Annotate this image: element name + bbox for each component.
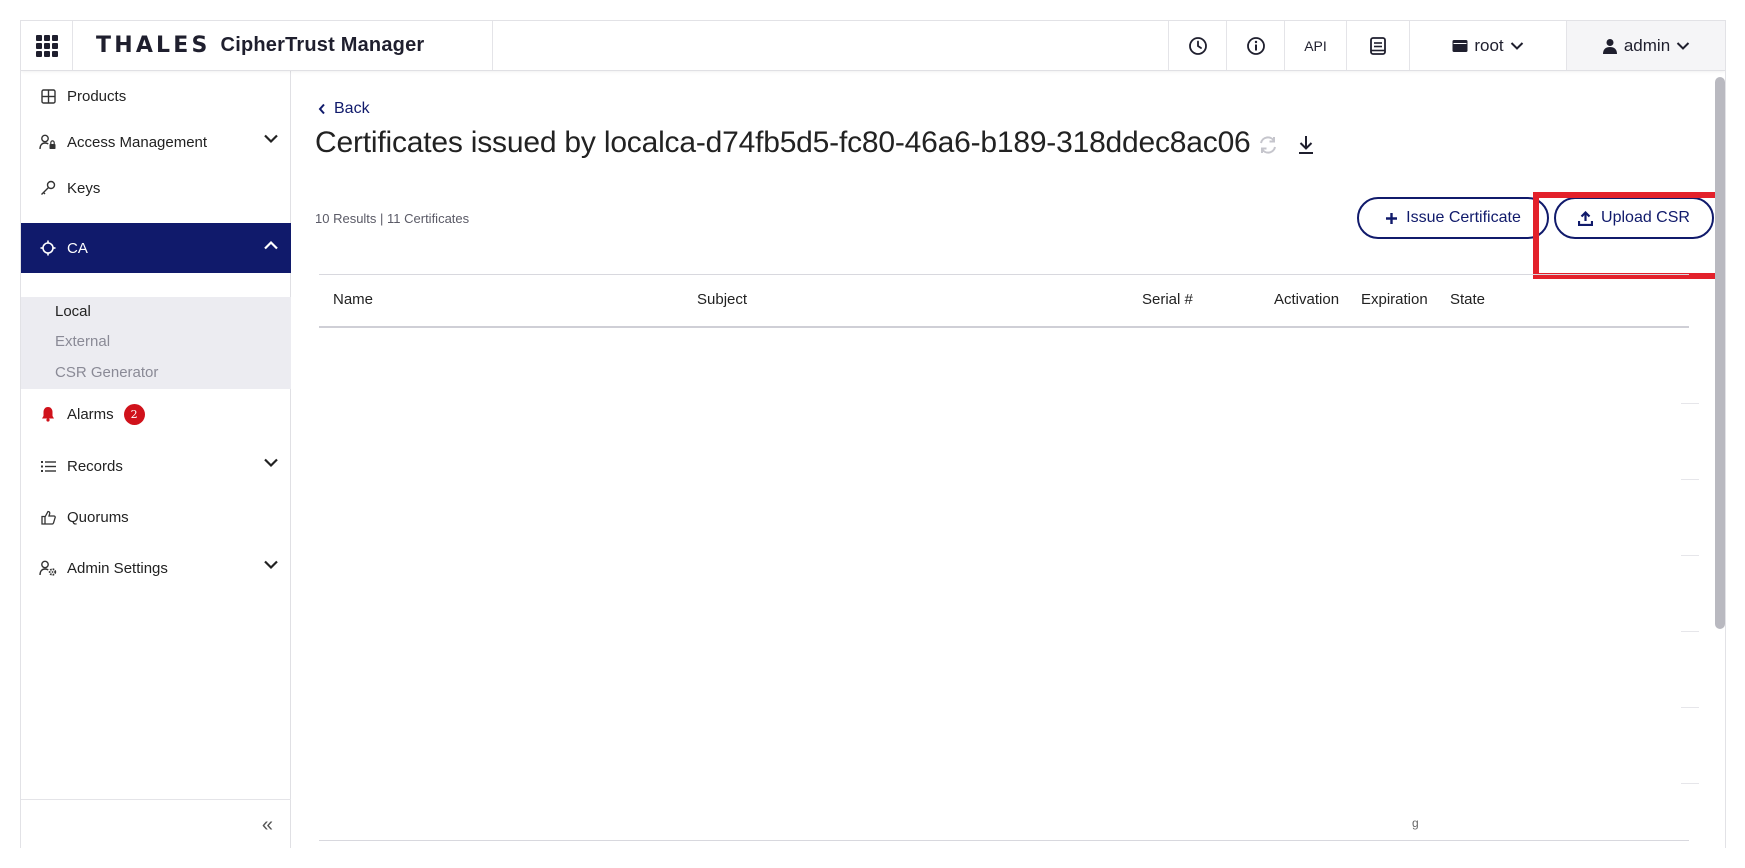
top-bar: THALES CipherTrust Manager API root admi… <box>21 21 1725 71</box>
row-divider <box>1681 631 1699 632</box>
app-switcher-button[interactable] <box>21 21 73 70</box>
key-icon <box>39 179 57 197</box>
sidebar-item-alarms[interactable]: Alarms 2 <box>21 389 291 439</box>
main-content: Back Certificates issued by localca-d74f… <box>292 71 1725 848</box>
chevron-down-icon <box>264 560 278 570</box>
app-window: THALES CipherTrust Manager API root admi… <box>20 20 1726 848</box>
bell-icon <box>39 405 57 423</box>
sidebar-item-label: Products <box>67 87 127 105</box>
chevron-down-icon <box>1676 41 1690 50</box>
row-divider <box>1681 707 1699 708</box>
page-title: Certificates issued by localca-d74fb5d5-… <box>315 126 1251 159</box>
user-icon <box>1602 38 1617 54</box>
domain-label: root <box>1474 35 1504 55</box>
sidebar-item-label: Quorums <box>67 508 129 526</box>
product-name: CipherTrust Manager <box>220 34 425 56</box>
folder-icon <box>1452 39 1468 52</box>
row-divider <box>1681 555 1699 556</box>
alarm-count-badge: 2 <box>123 403 145 425</box>
clock-icon <box>1188 36 1207 55</box>
sidebar-item-label: Records <box>67 457 123 475</box>
chevron-down-icon <box>1510 41 1523 50</box>
sidebar-item-ca[interactable]: CA <box>21 223 291 273</box>
partial-text: g <box>1412 816 1419 830</box>
refresh-icon[interactable] <box>1257 135 1279 155</box>
api-button[interactable]: API <box>1284 21 1346 70</box>
chevron-down-icon <box>264 134 278 144</box>
chevron-up-icon <box>264 240 278 250</box>
row-divider <box>1681 403 1699 404</box>
sidebar-item-label: Alarms <box>67 405 114 423</box>
sidebar-item-label: Admin Settings <box>67 559 168 577</box>
table-header: Name Subject Serial # Activation Expirat… <box>319 275 1689 328</box>
column-header-name[interactable]: Name <box>333 291 373 308</box>
grid-menu-icon <box>35 34 58 57</box>
column-header-activation[interactable]: Activation <box>1274 291 1339 308</box>
user-gear-icon <box>39 559 57 577</box>
thumbs-up-icon <box>39 508 57 526</box>
info-icon <box>1246 36 1265 55</box>
column-header-serial[interactable]: Serial # <box>1142 291 1193 308</box>
sidebar-item-keys[interactable]: Keys <box>21 163 291 213</box>
sidebar-item-access-management[interactable]: Access Management <box>21 117 291 167</box>
list-icon <box>39 457 57 475</box>
ca-subnav: Local External CSR Generator <box>21 297 291 389</box>
domain-selector[interactable]: root <box>1409 21 1566 70</box>
upload-csr-button[interactable]: Upload CSR <box>1554 197 1714 239</box>
collapse-sidebar-button[interactable]: « <box>262 814 273 837</box>
sidebar-footer: « <box>21 799 291 848</box>
table-bottom-divider <box>319 840 1689 841</box>
info-button[interactable] <box>1226 21 1284 70</box>
vertical-scrollbar[interactable] <box>1715 77 1725 629</box>
sidebar-item-label: CA <box>67 239 88 257</box>
sidebar-item-quorums[interactable]: Quorums <box>21 492 291 542</box>
chevron-left-icon <box>318 103 325 115</box>
plus-icon <box>1386 212 1398 224</box>
upload-icon <box>1578 210 1594 226</box>
sidebar-item-products[interactable]: Products <box>21 71 291 121</box>
grid-table-icon <box>39 87 57 105</box>
issue-certificate-label: Issue Certificate <box>1406 209 1521 226</box>
brand: THALES CipherTrust Manager <box>73 21 493 70</box>
upload-csr-label: Upload CSR <box>1601 209 1690 226</box>
sidebar: Products Access Management Keys CA Local… <box>21 71 291 848</box>
title-actions <box>1257 135 1315 155</box>
column-header-expiration[interactable]: Expiration <box>1361 291 1428 308</box>
docs-button[interactable] <box>1346 21 1409 70</box>
results-summary: 10 Results | 11 Certificates <box>315 211 470 226</box>
row-divider <box>1681 479 1699 480</box>
user-menu[interactable]: admin <box>1566 21 1725 70</box>
user-lock-icon <box>39 133 57 151</box>
back-label: Back <box>334 100 370 117</box>
ca-gear-icon <box>39 239 57 257</box>
chevron-down-icon <box>264 458 278 468</box>
sidebar-item-label: Access Management <box>67 133 208 151</box>
row-divider <box>1681 783 1699 784</box>
book-icon <box>1370 36 1386 55</box>
brand-logo: THALES <box>96 33 211 58</box>
subnav-item-csr-generator[interactable]: CSR Generator <box>55 364 158 381</box>
sidebar-item-admin-settings[interactable]: Admin Settings <box>21 543 291 593</box>
subnav-item-local[interactable]: Local <box>55 303 91 320</box>
sidebar-item-label: Keys <box>67 179 101 197</box>
column-header-state[interactable]: State <box>1450 291 1485 308</box>
download-icon[interactable] <box>1297 135 1315 155</box>
subnav-item-external[interactable]: External <box>55 333 110 350</box>
sidebar-item-records[interactable]: Records <box>21 441 291 491</box>
issue-certificate-button[interactable]: Issue Certificate <box>1357 197 1549 239</box>
column-header-subject[interactable]: Subject <box>697 291 747 308</box>
back-link[interactable]: Back <box>318 100 370 118</box>
history-button[interactable] <box>1168 21 1226 70</box>
user-label: admin <box>1623 35 1671 55</box>
